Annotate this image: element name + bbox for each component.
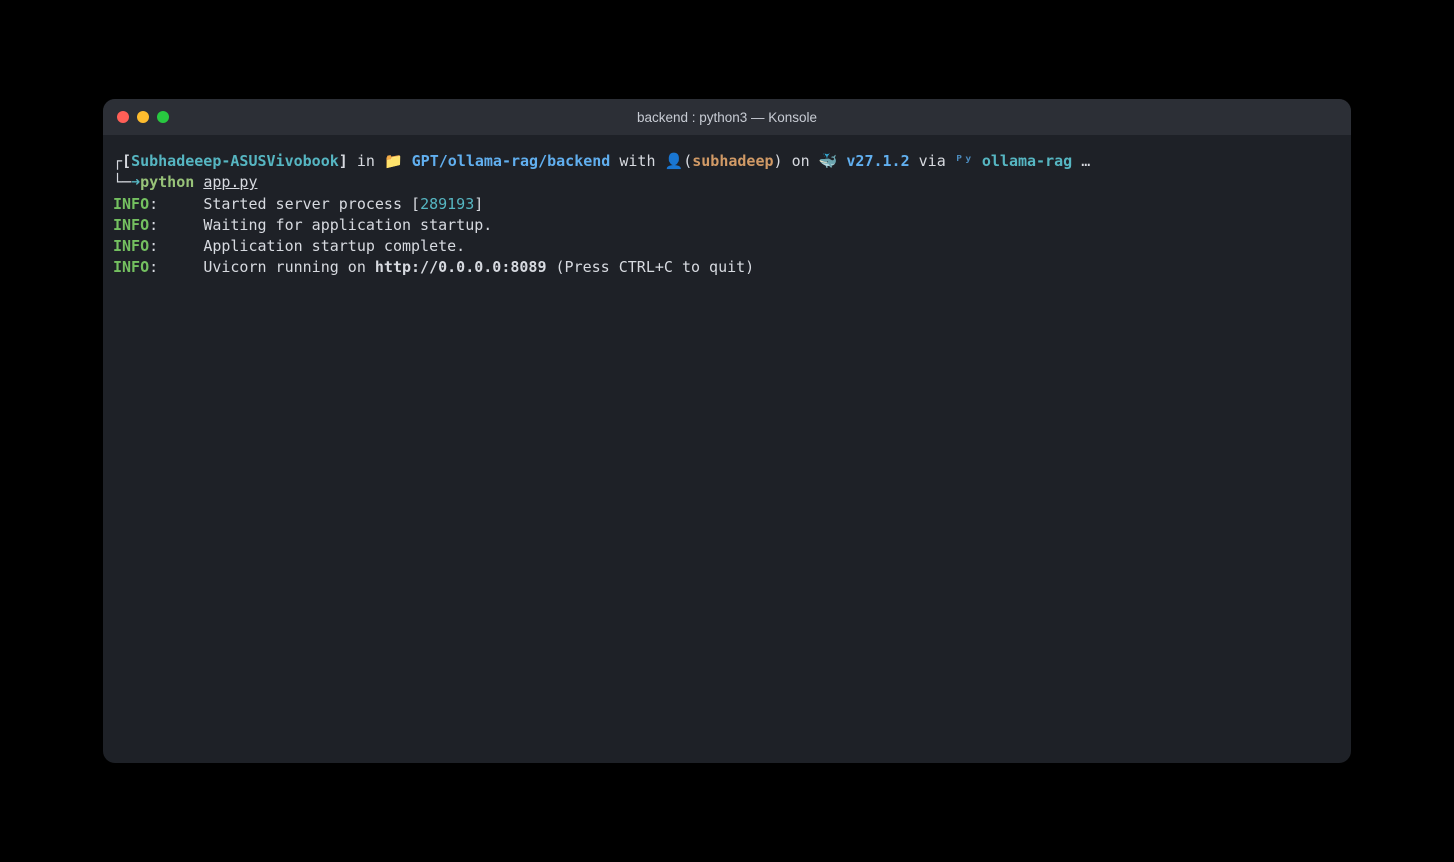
log-message: Application startup complete. bbox=[203, 237, 465, 255]
log-line: INFO: Started server process [289193] bbox=[113, 194, 1341, 215]
terminal-window: backend : python3 — Konsole ┌[Subhadeeep… bbox=[103, 99, 1351, 763]
log-line: INFO: Application startup complete. bbox=[113, 236, 1341, 257]
close-button[interactable] bbox=[117, 111, 129, 123]
title-bar: backend : python3 — Konsole bbox=[103, 99, 1351, 135]
prompt-corner-bottom-icon: └─ bbox=[113, 173, 131, 191]
minimize-button[interactable] bbox=[137, 111, 149, 123]
log-level: INFO bbox=[113, 195, 149, 213]
username: subhadeep bbox=[692, 152, 773, 170]
docker-icon: 🐳 bbox=[819, 152, 838, 170]
segment-with: with bbox=[610, 152, 664, 170]
log-level: INFO bbox=[113, 216, 149, 234]
prompt-line-2: └─➜python app.py bbox=[113, 172, 1341, 193]
prompt-line-1: ┌[Subhadeeep-ASUSVivobook] in 📁 GPT/olla… bbox=[113, 151, 1341, 172]
ellipsis: … bbox=[1081, 152, 1090, 170]
segment-in: in bbox=[348, 152, 384, 170]
cwd-path: GPT/ollama-rag/backend bbox=[403, 152, 611, 170]
maximize-button[interactable] bbox=[157, 111, 169, 123]
hostname: Subhadeeep-ASUSVivobook bbox=[131, 152, 339, 170]
log-message: Waiting for application startup. bbox=[203, 216, 492, 234]
log-message: Uvicorn running on bbox=[203, 258, 375, 276]
log-line: INFO: Uvicorn running on http://0.0.0.0:… bbox=[113, 257, 1341, 278]
folder-icon: 📁 bbox=[384, 152, 403, 170]
log-level: INFO bbox=[113, 258, 149, 276]
segment-on: on bbox=[783, 152, 819, 170]
python-icon: ᴾʸ bbox=[955, 152, 973, 170]
process-id: 289193 bbox=[420, 195, 474, 213]
prompt-corner-icon: ┌[ bbox=[113, 152, 131, 170]
virtualenv-name: ollama-rag bbox=[973, 152, 1081, 170]
user-icon: 👤 bbox=[665, 152, 684, 170]
terminal-output[interactable]: ┌[Subhadeeep-ASUSVivobook] in 📁 GPT/olla… bbox=[103, 135, 1351, 763]
segment-via: via bbox=[910, 152, 955, 170]
server-url: http://0.0.0.0:8089 bbox=[375, 258, 547, 276]
command-arg: app.py bbox=[203, 173, 257, 191]
log-line: INFO: Waiting for application startup. bbox=[113, 215, 1341, 236]
window-title: backend : python3 — Konsole bbox=[103, 110, 1351, 125]
command: python bbox=[140, 173, 194, 191]
log-message: Started server process [ bbox=[203, 195, 420, 213]
docker-version: v27.1.2 bbox=[837, 152, 909, 170]
prompt-arrow-icon: ➜ bbox=[131, 173, 140, 191]
log-level: INFO bbox=[113, 237, 149, 255]
window-controls bbox=[117, 111, 169, 123]
